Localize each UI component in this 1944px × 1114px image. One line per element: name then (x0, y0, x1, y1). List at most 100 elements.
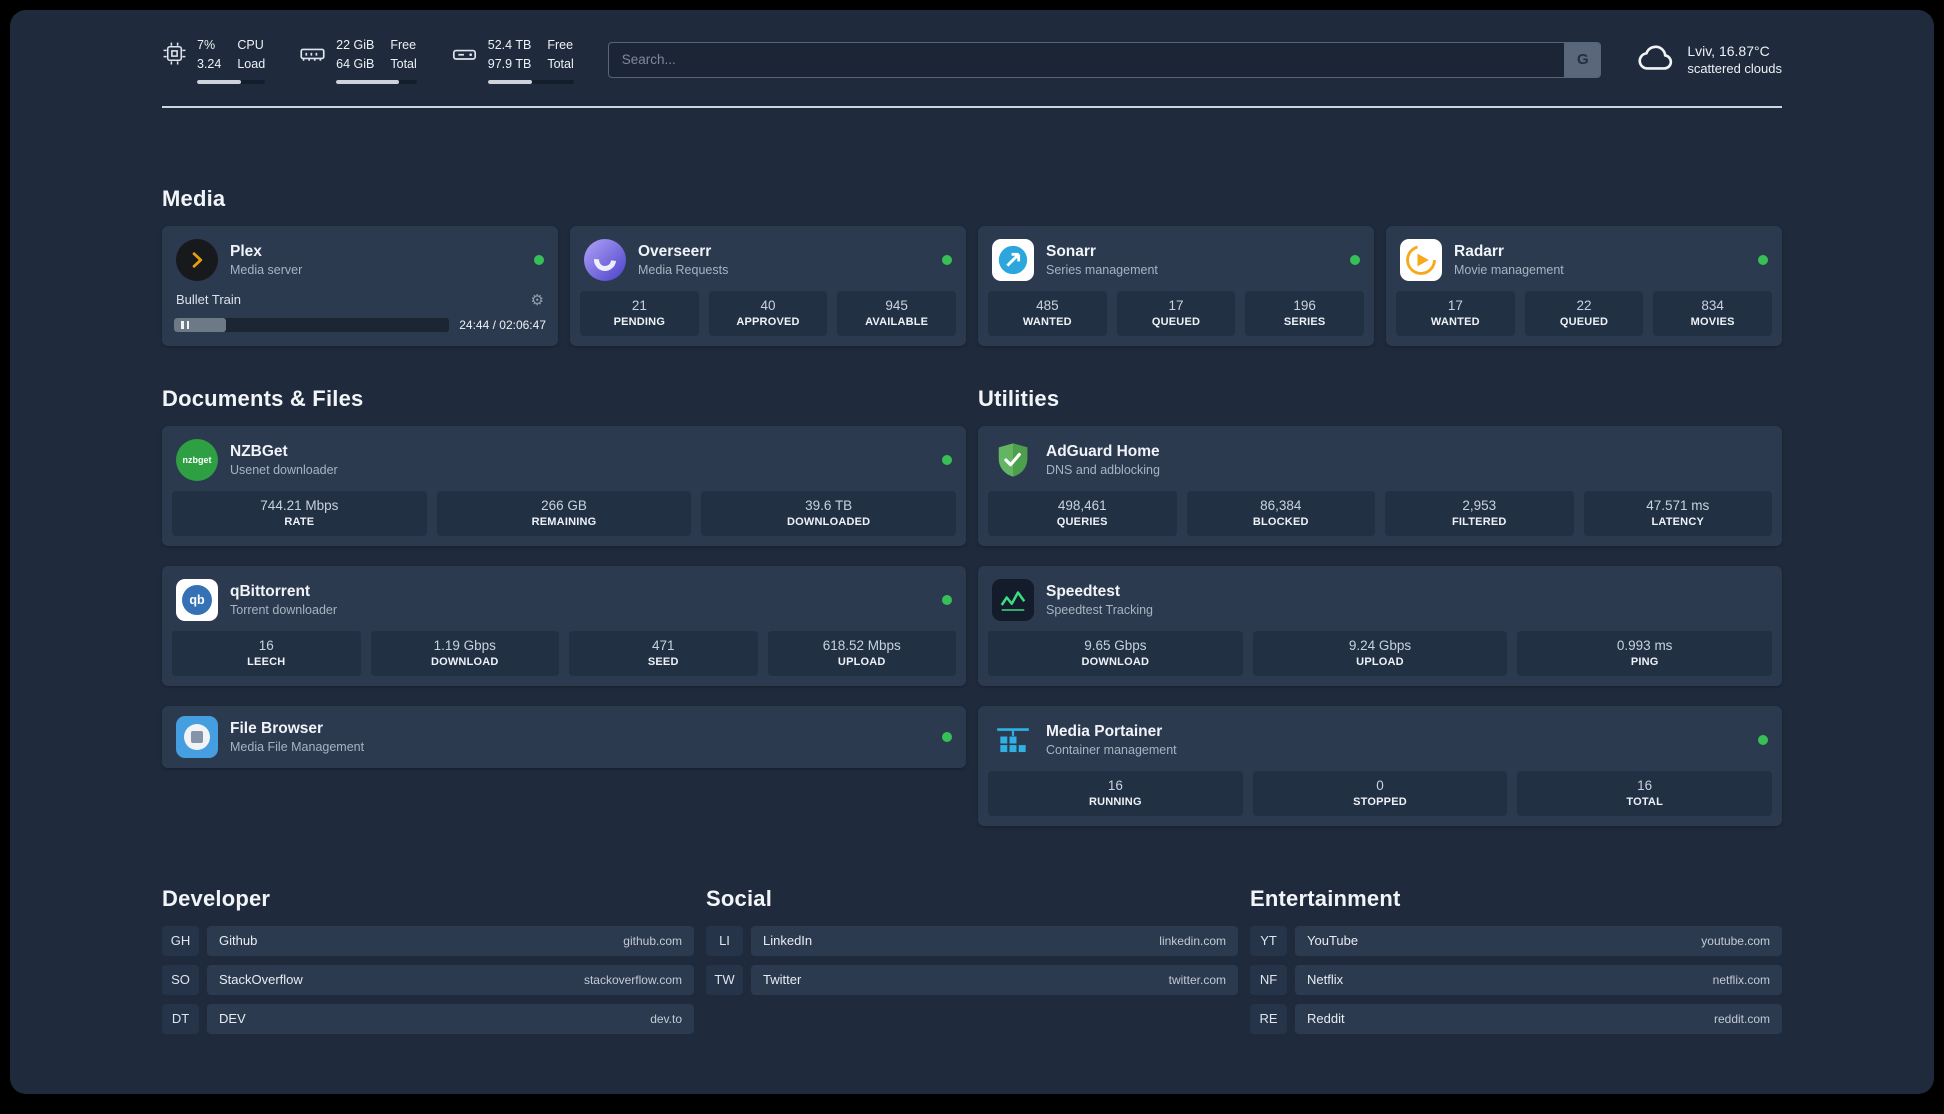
filebrowser-card[interactable]: File Browser Media File Management (162, 705, 966, 768)
bookmark-linkedin[interactable]: LI LinkedIn linkedin.com (706, 925, 1238, 956)
overseerr-card[interactable]: Overseerr Media Requests 21 PENDING 40 A… (570, 225, 966, 346)
section-title-media: Media (162, 185, 226, 211)
stat-value: 22 (1576, 297, 1592, 313)
player-progress-track[interactable] (174, 317, 450, 332)
nzbget-card[interactable]: nzbget NZBGet Usenet downloader 744.21 M… (162, 425, 966, 546)
overseerr-stats: 21 PENDING 40 APPROVED 945 AVAILABLE (580, 290, 957, 336)
stat-box: 21 PENDING (580, 290, 699, 336)
bookmark-abbr: DT (162, 1003, 199, 1034)
stat-box: 9.65 Gbps DOWNLOAD (988, 630, 1243, 676)
stat-box: 17 QUEUED (1116, 290, 1236, 336)
middle-grid: Documents & Files nzbget NZBGet Usenet d… (162, 386, 1782, 826)
bookmark-url: linkedin.com (1159, 933, 1226, 948)
status-dot (1350, 254, 1360, 265)
app-name: Overseerr (638, 242, 712, 260)
stat-label: DOWNLOADED (787, 515, 871, 528)
app-name: Radarr (1454, 242, 1504, 260)
stat-label: DOWNLOAD (430, 655, 499, 668)
disk-free-label: Free (547, 38, 574, 52)
bookmark-youtube[interactable]: YT YouTube youtube.com (1250, 925, 1782, 956)
disk-total-value: 97.9 TB (487, 57, 532, 72)
adguard-meta: AdGuard Home DNS and adblocking (1046, 443, 1160, 477)
qbittorrent-card[interactable]: qb qBittorrent Torrent downloader 16 LEE… (162, 565, 966, 686)
bookmark-reddit[interactable]: RE Reddit reddit.com (1250, 1003, 1782, 1034)
adguard-stats: 498,461 QUERIES 86,384 BLOCKED 2,953 FIL… (988, 490, 1772, 536)
stat-value: 266 GB (541, 497, 587, 513)
bookmark-url: stackoverflow.com (583, 972, 682, 987)
bookmark-github[interactable]: GH Github github.com (162, 925, 694, 956)
app-subtitle: Media server (230, 262, 303, 277)
memory-icon (299, 36, 326, 68)
bookmark-twitter[interactable]: TW Twitter twitter.com (706, 964, 1238, 995)
ram-metric: 22 GiB 64 GiB Free Total (299, 36, 417, 84)
bookmark-name: LinkedIn (763, 933, 813, 949)
stat-value: 834 (1701, 297, 1724, 313)
stat-box: 22 QUEUED (1524, 290, 1644, 336)
status-dot (1758, 734, 1768, 745)
plex-card[interactable]: Plex Media server Bullet Train ⚙ 24:44 /… (162, 225, 558, 346)
stat-box: 485 WANTED (988, 290, 1107, 336)
stat-box: 40 APPROVED (708, 290, 828, 336)
portainer-card[interactable]: Media Portainer Container management 16 … (978, 705, 1782, 826)
cpu-percent: 7% (197, 38, 216, 52)
app-name: Media Portainer (1046, 722, 1163, 740)
stat-value: 485 (1036, 297, 1059, 313)
bookmark-abbr: GH (162, 925, 199, 956)
stat-box: 9.24 Gbps UPLOAD (1252, 630, 1508, 676)
stat-label: SERIES (1283, 315, 1326, 328)
stat-label: STOPPED (1353, 795, 1407, 808)
stat-label: LEECH (247, 655, 286, 668)
bookmark-netflix[interactable]: NF Netflix netflix.com (1250, 964, 1782, 995)
app-name: AdGuard Home (1046, 442, 1160, 460)
search-engine-button[interactable]: G (1564, 42, 1601, 77)
section-title-social: Social (706, 885, 773, 911)
adguard-card[interactable]: AdGuard Home DNS and adblocking 498,461 … (978, 425, 1782, 546)
gear-icon[interactable]: ⚙ (531, 291, 544, 309)
stat-label: FILTERED (1451, 515, 1507, 528)
portainer-meta: Media Portainer Container management (1046, 723, 1177, 757)
status-dot (942, 731, 952, 742)
stat-box: 86,384 BLOCKED (1186, 490, 1375, 536)
radarr-card[interactable]: Radarr Movie management 17 WANTED 22 QUE… (1386, 225, 1782, 346)
app-name: Sonarr (1046, 242, 1096, 260)
search-input[interactable] (607, 41, 1602, 78)
filebrowser-icon (176, 715, 218, 758)
qbittorrent-meta: qBittorrent Torrent downloader (230, 583, 337, 617)
stat-box: 39.6 TB DOWNLOADED (701, 490, 957, 536)
section-title-developer: Developer (162, 885, 271, 911)
topbar: 7% 3.24 CPU Load 22 GiB 64 GiB Free Tota… (162, 36, 1782, 84)
stat-value: 86,384 (1260, 497, 1302, 513)
stat-label: LATENCY (1651, 515, 1705, 528)
stat-value: 0.993 ms (1616, 637, 1673, 653)
app-name: File Browser (230, 719, 324, 737)
bookmarks-grid: Developer GH Github github.com SO StackO… (162, 886, 1782, 1043)
stat-box: 0.993 ms PING (1517, 630, 1773, 676)
hard-drive-icon (451, 36, 478, 68)
cpu-metric-body: 7% 3.24 CPU Load (197, 36, 266, 84)
speedtest-card[interactable]: Speedtest Speedtest Tracking 9.65 Gbps D… (978, 565, 1782, 686)
cpu-load-label: Load (237, 57, 266, 72)
stat-box: 498,461 QUERIES (988, 490, 1177, 536)
bookmark-dev[interactable]: DT DEV dev.to (162, 1003, 694, 1034)
stat-box: 266 GB REMAINING (436, 490, 692, 536)
app-subtitle: Speedtest Tracking (1046, 602, 1154, 617)
cpu-progress-fill (197, 79, 242, 84)
pause-icon[interactable] (181, 320, 189, 329)
portainer-crane-icon (992, 719, 1034, 761)
stat-value: 17 (1168, 297, 1184, 313)
stat-box: 1.19 Gbps DOWNLOAD (370, 630, 559, 676)
playback-time: 24:44 / 02:06:47 (459, 317, 546, 332)
sonarr-stats: 485 WANTED 17 QUEUED 196 SERIES (988, 290, 1365, 336)
bookmark-abbr: YT (1250, 925, 1287, 956)
speedtest-card-header: Speedtest Speedtest Tracking (988, 575, 1772, 631)
portainer-stats: 16 RUNNING 0 STOPPED 16 TOTAL (988, 770, 1773, 816)
bookmark-name: Twitter (763, 972, 802, 988)
stat-label: WANTED (1022, 315, 1072, 328)
app-subtitle: Container management (1046, 742, 1177, 757)
disk-free-value: 52.4 TB (487, 38, 532, 52)
app-subtitle: Usenet downloader (230, 462, 338, 477)
app-name: NZBGet (230, 442, 288, 460)
stat-box: 945 AVAILABLE (837, 290, 957, 336)
sonarr-card[interactable]: Sonarr Series management 485 WANTED 17 Q… (978, 225, 1374, 346)
bookmark-stackoverflow[interactable]: SO StackOverflow stackoverflow.com (162, 964, 694, 995)
